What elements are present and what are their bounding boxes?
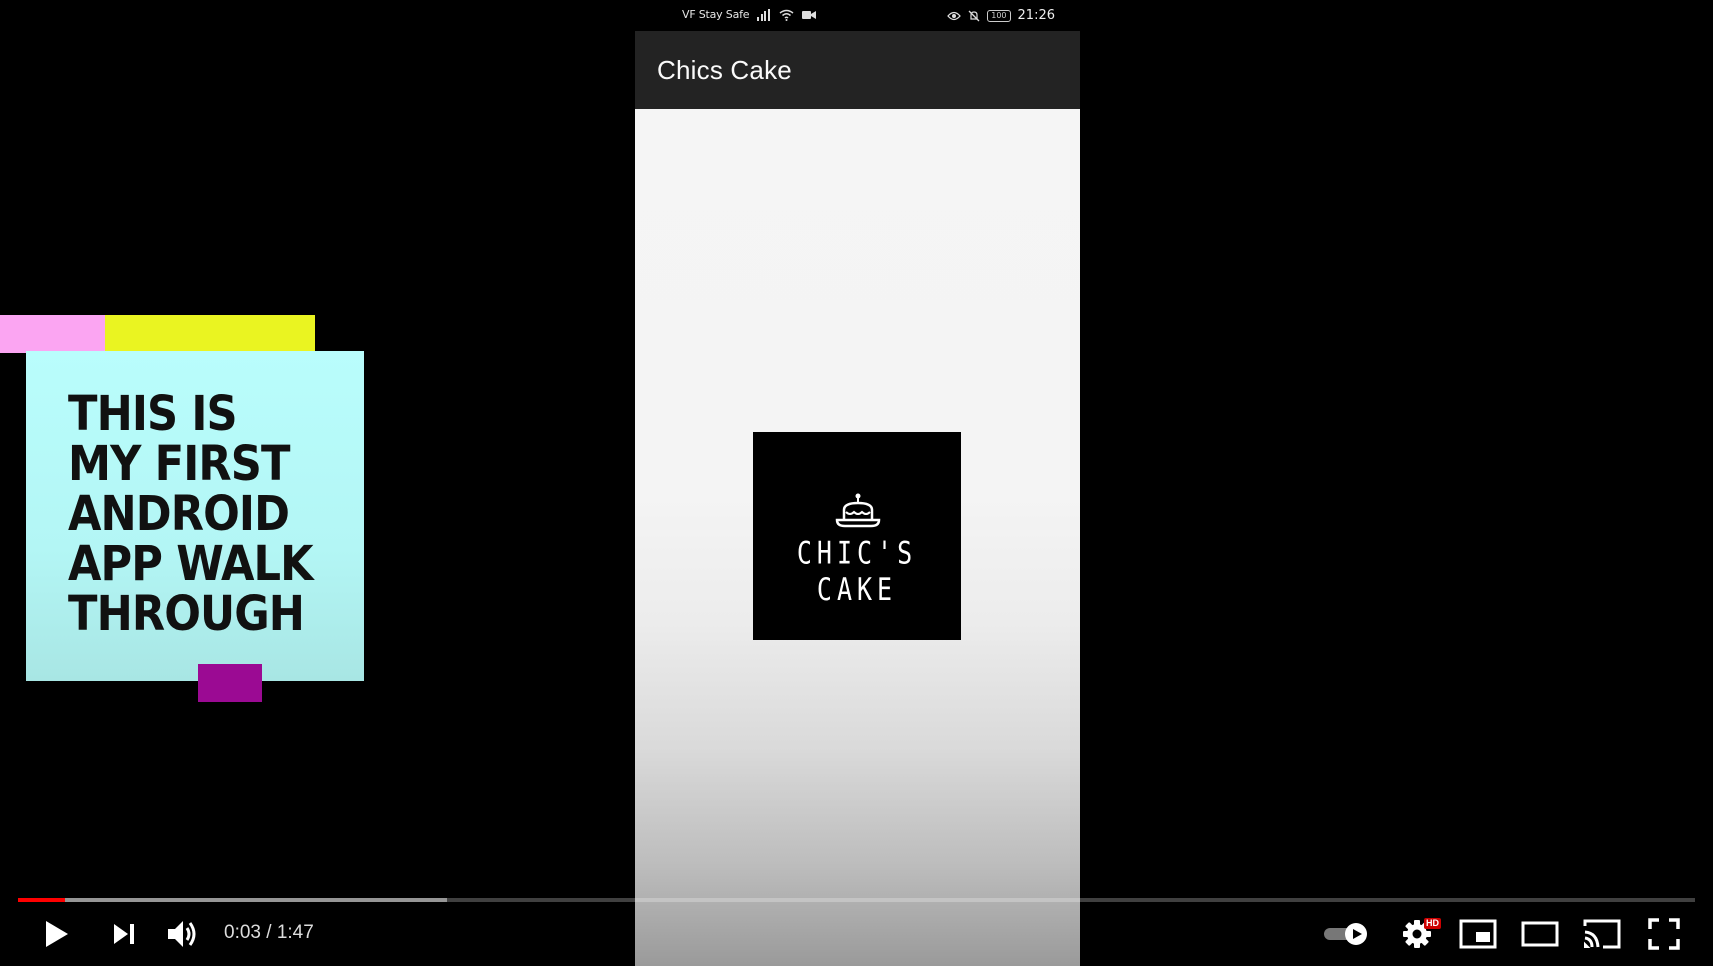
splash-screen: CHIC'S CAKE bbox=[635, 109, 1080, 966]
fullscreen-icon bbox=[1648, 918, 1680, 950]
carrier-name: VF Stay Safe bbox=[682, 8, 750, 21]
intro-note-text: THIS IS MY FIRST ANDROID APP WALK THROUG… bbox=[68, 389, 329, 639]
hd-badge: HD bbox=[1424, 918, 1441, 929]
volume-icon bbox=[168, 921, 196, 947]
theater-mode-icon bbox=[1521, 921, 1559, 947]
time-display: 0:03 / 1:47 bbox=[224, 922, 314, 944]
intro-note-card: THIS IS MY FIRST ANDROID APP WALK THROUG… bbox=[26, 351, 364, 681]
progress-bar[interactable] bbox=[18, 898, 1695, 902]
cast-icon bbox=[1583, 919, 1621, 949]
played-progress bbox=[18, 898, 65, 902]
settings-button[interactable]: HD bbox=[1396, 912, 1441, 956]
time-separator: / bbox=[266, 922, 272, 943]
status-time: 21:26 bbox=[1017, 8, 1055, 23]
note-line: THROUGH bbox=[68, 586, 305, 642]
player-controls: 0:03 / 1:47 HD bbox=[0, 912, 1713, 956]
android-status-bar: VF Stay Safe 100 21:26 bbox=[635, 0, 1080, 31]
cast-button[interactable] bbox=[1580, 912, 1624, 956]
duration: 1:47 bbox=[276, 922, 314, 943]
note-yellow-tape bbox=[105, 315, 315, 353]
play-icon bbox=[46, 921, 68, 947]
current-time: 0:03 bbox=[224, 922, 261, 943]
note-purple-tab bbox=[198, 664, 262, 702]
next-button[interactable] bbox=[104, 912, 144, 956]
buffered-progress bbox=[18, 898, 448, 902]
miniplayer-button[interactable] bbox=[1456, 912, 1500, 956]
bell-off-icon bbox=[968, 10, 980, 21]
app-toolbar: Chics Cake bbox=[635, 31, 1080, 109]
eye-comfort-icon bbox=[947, 11, 962, 20]
next-icon bbox=[114, 924, 134, 944]
volume-button[interactable] bbox=[164, 912, 204, 956]
logo-text: CHIC'S CAKE bbox=[796, 534, 918, 608]
phone-screen-recording: VF Stay Safe 100 21:26 Chics Cake CHIC'S… bbox=[635, 0, 1080, 966]
battery-icon: 100 bbox=[987, 9, 1011, 22]
cake-icon bbox=[835, 493, 881, 528]
wifi-icon bbox=[779, 9, 794, 21]
note-pink-tape bbox=[0, 315, 105, 353]
autoplay-toggle-icon bbox=[1324, 923, 1367, 945]
video-player[interactable]: THIS IS MY FIRST ANDROID APP WALK THROUG… bbox=[0, 0, 1713, 966]
app-title: Chics Cake bbox=[657, 55, 792, 85]
note-line: MY FIRST bbox=[68, 436, 290, 492]
note-line: APP WALK bbox=[68, 536, 314, 592]
fullscreen-button[interactable] bbox=[1642, 912, 1686, 956]
chics-cake-logo: CHIC'S CAKE bbox=[753, 432, 961, 640]
miniplayer-icon bbox=[1459, 919, 1497, 949]
autoplay-toggle[interactable] bbox=[1322, 912, 1370, 956]
screen-record-icon bbox=[802, 10, 817, 19]
note-line: ANDROID bbox=[68, 486, 290, 542]
theater-mode-button[interactable] bbox=[1518, 912, 1562, 956]
signal-icon bbox=[757, 8, 771, 21]
play-button[interactable] bbox=[36, 912, 76, 956]
note-line: THIS IS bbox=[68, 386, 238, 442]
